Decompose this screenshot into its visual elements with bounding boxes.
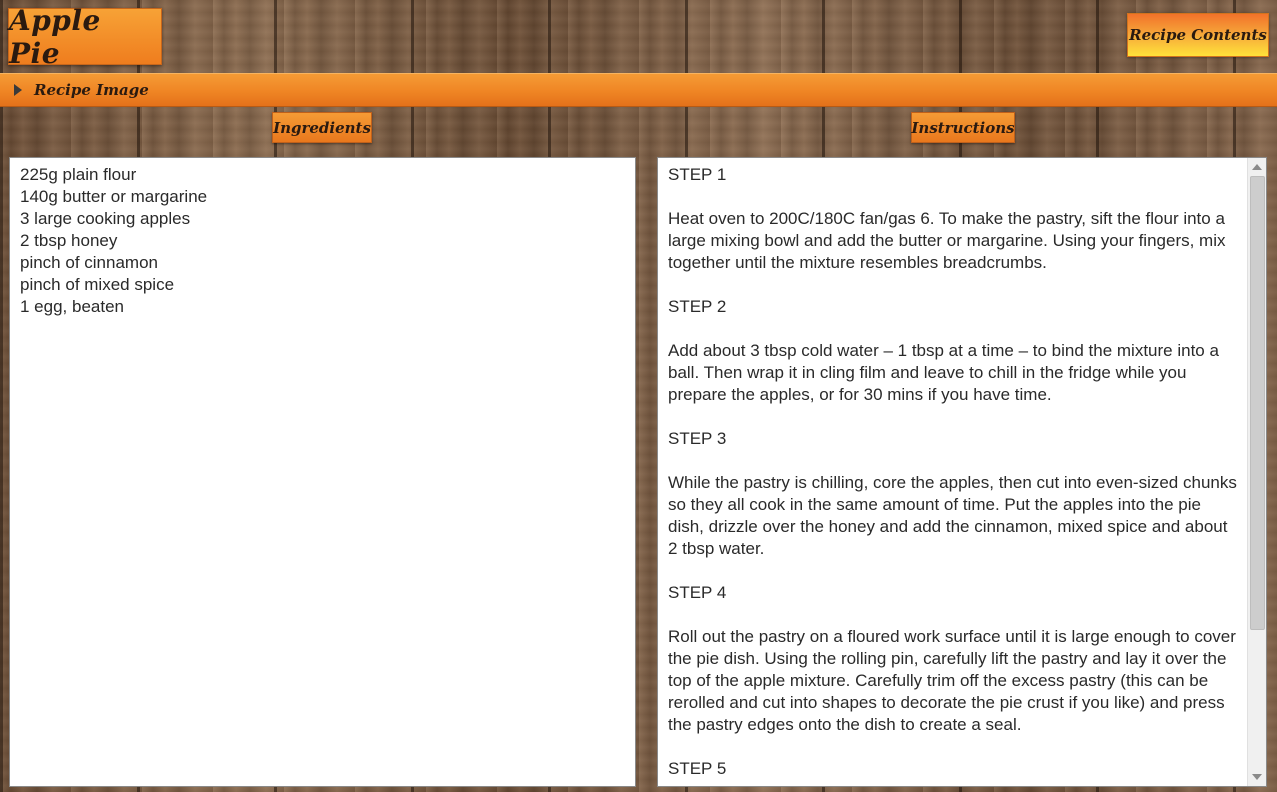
recipe-image-toggle[interactable]: Recipe Image (0, 73, 1277, 107)
scrollbar-thumb[interactable] (1250, 176, 1265, 630)
step-heading: STEP 3 (668, 429, 727, 448)
page-title: Apple Pie (9, 3, 101, 70)
triangle-right-icon (14, 84, 22, 96)
recipe-contents-button[interactable]: Recipe Contents (1127, 13, 1269, 57)
step-text: Add about 3 tbsp cold water – 1 tbsp at … (668, 341, 1219, 404)
step-heading: STEP 2 (668, 297, 727, 316)
step-heading: STEP 1 (668, 165, 727, 184)
step-text: Heat oven to 200C/180C fan/gas 6. To mak… (668, 209, 1226, 272)
ingredient-item: 1 egg, beaten (20, 297, 124, 316)
step-heading: STEP 4 (668, 583, 727, 602)
ingredient-item: pinch of mixed spice (20, 275, 175, 294)
step-text: While the pastry is chilling, core the a… (668, 473, 1237, 558)
scroll-up-arrow-icon[interactable] (1252, 164, 1262, 170)
instructions-heading-text: Instructions (911, 118, 1015, 137)
instructions-textarea[interactable]: STEP 1 Heat oven to 200C/180C fan/gas 6.… (657, 157, 1267, 787)
ingredient-item: pinch of cinnamon (20, 253, 158, 272)
ingredients-heading-text: Ingredients (273, 118, 371, 137)
ingredient-item: 2 tbsp honey (20, 231, 118, 250)
ingredients-textarea[interactable]: 225g plain flour 140g butter or margarin… (9, 157, 636, 787)
page-title-box: Apple Pie (8, 4, 162, 70)
ingredient-item: 225g plain flour (20, 165, 137, 184)
step-heading: STEP 5 (668, 759, 727, 778)
instructions-heading: Instructions (911, 112, 1015, 143)
ingredient-item: 3 large cooking apples (20, 209, 191, 228)
step-text: Roll out the pastry on a floured work su… (668, 627, 1236, 734)
recipe-image-label: Recipe Image (34, 81, 149, 99)
instructions-scrollbar[interactable] (1247, 158, 1266, 786)
scroll-down-arrow-icon[interactable] (1252, 774, 1262, 780)
ingredient-item: 140g butter or margarine (20, 187, 208, 206)
recipe-contents-label: Recipe Contents (1129, 26, 1267, 44)
ingredients-heading: Ingredients (272, 112, 372, 143)
